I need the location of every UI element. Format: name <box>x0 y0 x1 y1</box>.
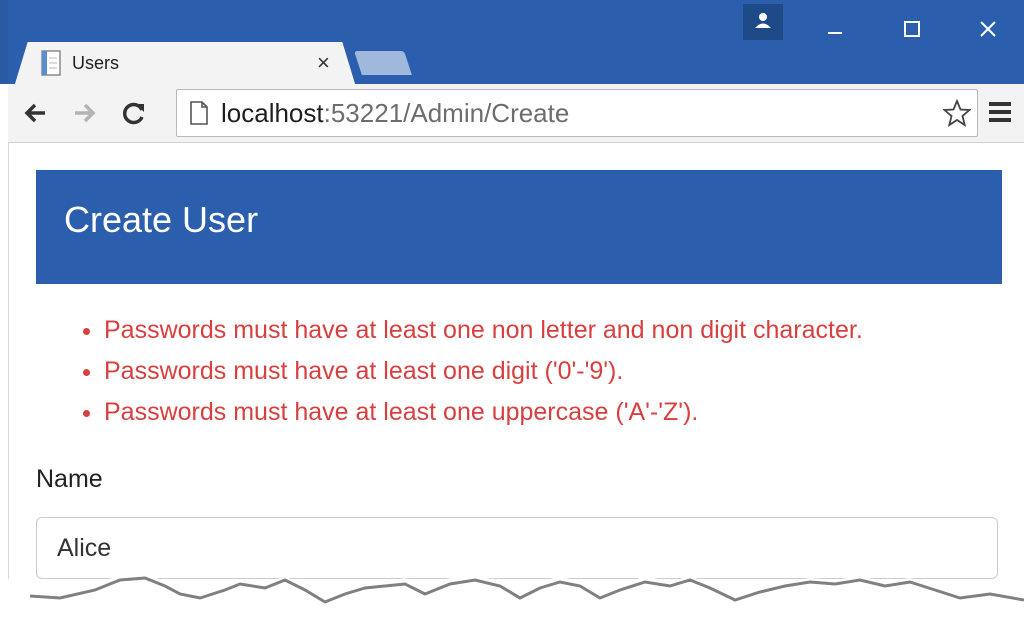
reload-icon <box>122 102 144 125</box>
profile-button[interactable] <box>743 4 783 40</box>
validation-error: Passwords must have at least one non let… <box>104 310 863 351</box>
forward-arrow-icon <box>75 103 96 123</box>
validation-error: Passwords must have at least one digit (… <box>104 351 863 392</box>
page-title: Create User <box>64 199 259 240</box>
validation-summary: Passwords must have at least one non let… <box>68 310 863 433</box>
tab-title: Users <box>72 52 120 73</box>
tab-close-button[interactable]: × <box>317 50 330 76</box>
browser-toolbar: localhost:53221/Admin/Create <box>8 84 1024 143</box>
close-icon <box>980 21 996 37</box>
url-path: :53221/Admin/Create <box>323 98 570 128</box>
bookmark-star-icon[interactable] <box>943 99 971 127</box>
forward-button[interactable] <box>68 97 100 129</box>
torn-edge-decoration <box>0 572 1024 617</box>
back-button[interactable] <box>20 97 52 129</box>
panel-heading: Create User <box>36 170 1002 284</box>
maximize-icon <box>904 20 920 37</box>
name-label: Name <box>36 465 103 493</box>
url-text: localhost:53221/Admin/Create <box>221 90 569 136</box>
window-edge <box>0 0 8 84</box>
minimize-button[interactable] <box>800 0 870 58</box>
back-arrow-icon <box>24 103 45 123</box>
address-bar[interactable]: localhost:53221/Admin/Create <box>176 89 978 137</box>
reload-button[interactable] <box>118 97 150 129</box>
url-host: localhost <box>221 98 324 128</box>
browser-menu-icon[interactable] <box>987 99 1013 125</box>
validation-error: Passwords must have at least one upperca… <box>104 392 863 433</box>
page-icon <box>190 101 208 125</box>
close-window-button[interactable] <box>953 0 1023 58</box>
window-left-border <box>8 143 9 593</box>
tab-users[interactable]: Users × <box>14 42 356 87</box>
new-tab-button[interactable] <box>354 51 412 75</box>
minimize-icon <box>828 31 842 34</box>
maximize-button[interactable] <box>877 0 947 58</box>
person-icon <box>755 13 771 28</box>
page-favicon-icon <box>41 50 61 76</box>
